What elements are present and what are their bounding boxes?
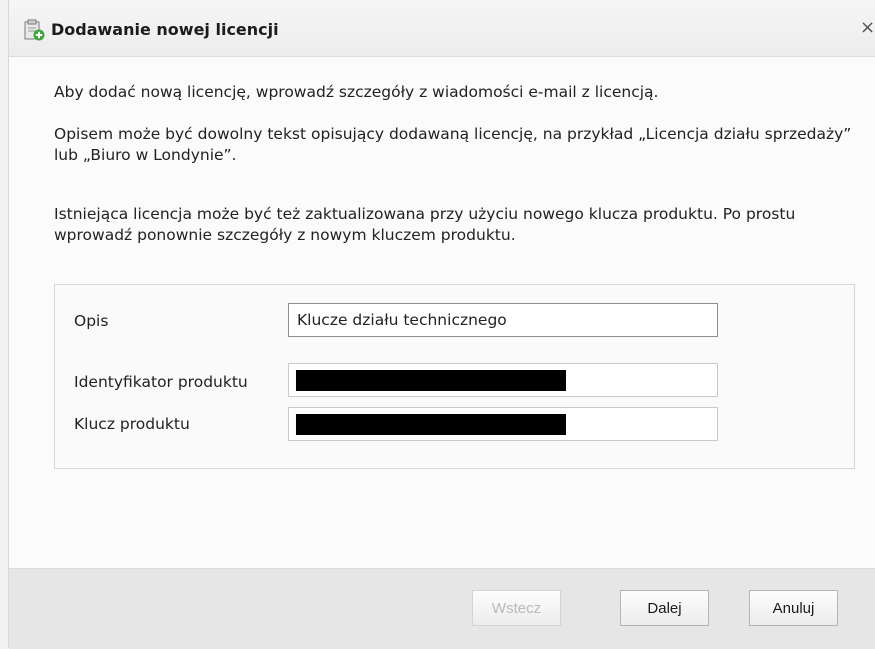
next-button[interactable]: Dalej	[620, 590, 709, 626]
intro-text-3: Istniejąca licencja może być też zaktual…	[54, 205, 796, 244]
license-add-icon	[24, 19, 45, 41]
product-id-input-wrapper	[288, 363, 718, 397]
description-input[interactable]	[288, 303, 718, 337]
intro-text-1: Aby dodać nową licencję, wprowadź szczeg…	[54, 83, 659, 101]
dialog-title: Dodawanie nowej licencji	[51, 20, 279, 39]
button-bar: Wstecz Dalej Anuluj	[9, 568, 875, 649]
intro-text-2: Opisem może być dowolny tekst opisujący …	[54, 125, 852, 164]
redaction-bar	[296, 370, 566, 391]
back-button[interactable]: Wstecz	[472, 590, 561, 626]
product-key-input-wrapper	[288, 407, 718, 441]
close-icon[interactable]: ×	[860, 17, 875, 39]
redaction-bar	[296, 414, 566, 435]
product-id-label: Identyfikator produktu	[74, 373, 248, 391]
description-label: Opis	[74, 312, 109, 330]
title-bar: Dodawanie nowej licencji ×	[9, 0, 875, 57]
license-form: Opis Identyfikator produktu Klucz produk…	[54, 284, 855, 469]
add-license-dialog: Dodawanie nowej licencji × Aby dodać now…	[8, 0, 875, 649]
product-key-label: Klucz produktu	[74, 415, 190, 433]
cancel-button[interactable]: Anuluj	[749, 590, 838, 626]
